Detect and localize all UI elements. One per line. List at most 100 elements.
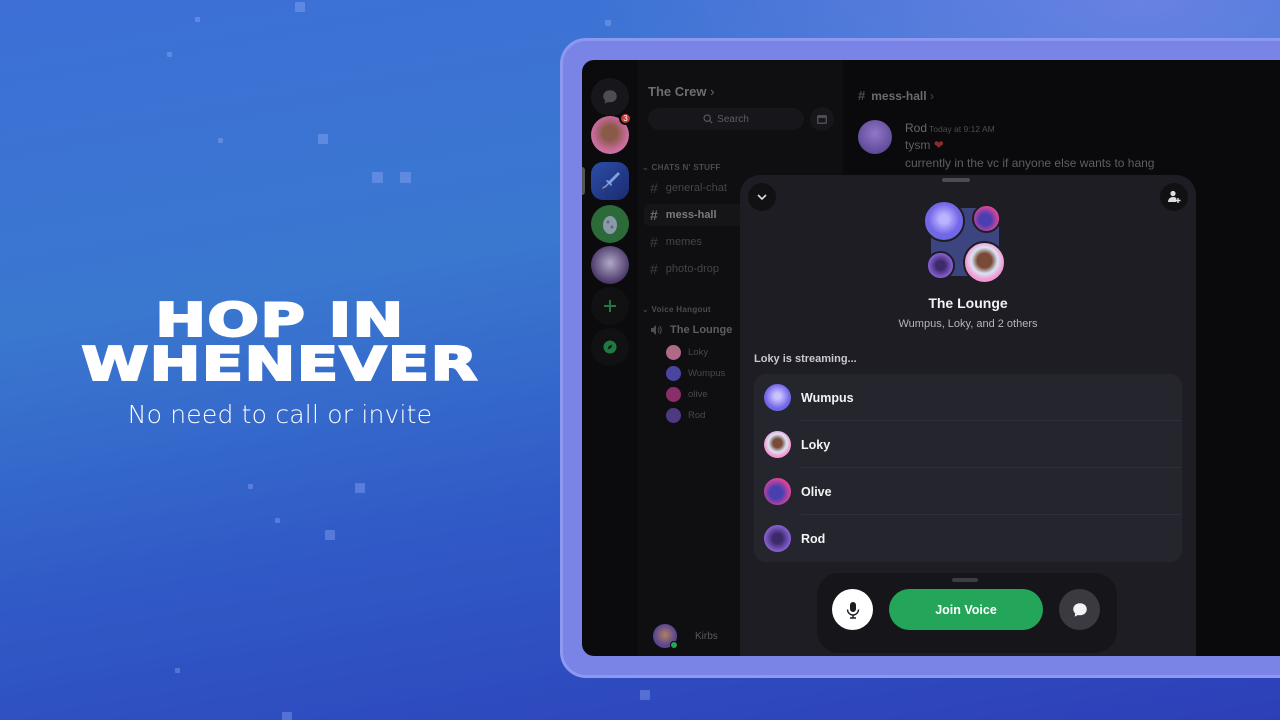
decor-square: [605, 20, 611, 26]
decor-square: [400, 172, 411, 183]
app-screen: 3 The Crew › Search ⌄ CHATS N' STUFF # g…: [582, 60, 1280, 656]
avatar: [764, 478, 791, 505]
voice-controls-dock: Join Voice: [817, 573, 1117, 653]
compass-icon: [603, 340, 617, 354]
hero-text: HOP IN WHENEVER No need to call or invit…: [60, 296, 500, 429]
join-voice-button[interactable]: Join Voice: [889, 589, 1043, 630]
voice-user-name: Rod: [688, 410, 706, 421]
selected-indicator: [582, 167, 585, 195]
calendar-icon: [817, 115, 827, 124]
voice-user[interactable]: olive: [666, 387, 708, 402]
chevron-right-icon: ›: [929, 89, 934, 103]
olive-avatar: [972, 204, 1001, 233]
avatar: [666, 345, 681, 360]
tablet-frame: 3 The Crew › Search ⌄ CHATS N' STUFF # g…: [560, 38, 1280, 678]
voice-user-name: Loky: [688, 347, 709, 358]
direct-messages-button[interactable]: [591, 78, 629, 116]
avatar: [764, 384, 791, 411]
hash-icon: #: [650, 261, 658, 277]
message-header: Rod Today at 9:12 AM: [905, 121, 995, 135]
avatar: [764, 431, 791, 458]
hash-icon: #: [650, 180, 658, 196]
server-anime-button[interactable]: [591, 246, 629, 284]
search-input[interactable]: Search: [648, 108, 804, 130]
headline-line-2: WHENEVER: [80, 337, 479, 391]
voice-channel-subtitle: Wumpus, Loky, and 2 others: [898, 318, 1038, 330]
decor-square: [275, 518, 280, 523]
voice-user-name: olive: [688, 389, 708, 400]
participant-row[interactable]: Rod: [754, 515, 1182, 562]
speaker-icon: [651, 325, 662, 335]
voice-channel-sheet: The Lounge Wumpus, Loky, and 2 others Lo…: [740, 175, 1196, 656]
voice-channel-title: The Lounge: [928, 295, 1008, 311]
events-button[interactable]: [810, 107, 834, 131]
add-server-button[interactable]: [591, 287, 629, 325]
channel-name: photo-drop: [665, 263, 720, 275]
channel-name: mess-hall: [665, 209, 717, 221]
message-line: currently in the vc if anyone else wants…: [905, 156, 1155, 170]
channel-title: mess-hall: [871, 89, 927, 103]
voice-user[interactable]: Rod: [666, 408, 705, 423]
message-author[interactable]: Rod: [905, 121, 927, 135]
channel-header[interactable]: # mess-hall ›: [858, 88, 934, 103]
channel-name: general-chat: [665, 182, 727, 194]
participant-name: Loky: [801, 437, 831, 452]
streaming-label: Loky is streaming...: [754, 353, 857, 365]
chat-bubble-icon: [1072, 602, 1087, 617]
decor-square: [355, 483, 365, 493]
sheet-drag-handle[interactable]: [942, 178, 970, 182]
hero-headline: HOP IN WHENEVER: [0, 293, 570, 391]
hash-icon: #: [650, 207, 658, 223]
user-avatar-button[interactable]: 3: [591, 112, 632, 154]
avatar: [666, 408, 681, 423]
server-rail: 3: [582, 60, 638, 656]
message-timestamp: Today at 9:12 AM: [929, 124, 995, 134]
voice-user-name: Wumpus: [688, 368, 726, 379]
category-label: Voice Hangout: [651, 305, 711, 314]
plus-icon: [604, 300, 616, 312]
current-user-avatar: [653, 624, 678, 649]
microphone-button[interactable]: [832, 589, 873, 630]
chevron-right-icon: ›: [710, 84, 715, 99]
egg-icon: [603, 216, 617, 234]
participant-row[interactable]: Loky: [754, 421, 1182, 468]
category-header[interactable]: ⌄ Voice Hangout: [642, 305, 711, 314]
voice-user[interactable]: Wumpus: [666, 366, 725, 381]
invite-button[interactable]: [1160, 183, 1188, 211]
notification-badge: 3: [619, 112, 632, 125]
dock-drag-handle[interactable]: [952, 578, 978, 582]
decor-square: [325, 530, 335, 540]
server-sword-button[interactable]: [591, 162, 629, 200]
decor-square: [218, 138, 223, 143]
decor-square: [282, 712, 292, 720]
voice-user[interactable]: Loky: [666, 345, 708, 360]
current-user-panel[interactable]: Kirbs: [653, 624, 718, 649]
channel-name: memes: [665, 236, 702, 248]
server-header[interactable]: The Crew ›: [648, 84, 714, 99]
participant-name: Wumpus: [801, 390, 854, 405]
server-egg-button[interactable]: [591, 205, 629, 243]
sword-icon: [602, 172, 620, 189]
collapse-button[interactable]: [748, 183, 776, 211]
decor-square: [167, 52, 172, 57]
participant-row[interactable]: Wumpus: [754, 374, 1182, 421]
loky-avatar: [963, 241, 1006, 284]
message-avatar[interactable]: [858, 120, 892, 154]
participant-list: Wumpus Loky Olive Rod: [754, 374, 1182, 562]
chat-bubble-icon: [603, 90, 617, 104]
open-chat-button[interactable]: [1059, 589, 1100, 630]
rod-avatar: [926, 251, 955, 280]
discover-button[interactable]: [591, 328, 629, 366]
decor-square: [175, 668, 180, 673]
avatar: [764, 525, 791, 552]
decor-square: [372, 172, 383, 183]
headline-line-1: HOP IN: [154, 293, 405, 347]
participant-row[interactable]: Olive: [754, 468, 1182, 515]
wumpus-avatar: [923, 200, 965, 242]
search-icon: [703, 114, 713, 124]
decor-square: [248, 484, 253, 489]
decor-square: [195, 17, 200, 22]
add-person-icon: [1168, 190, 1181, 203]
participants-avatar-cluster: [923, 200, 1011, 286]
category-header[interactable]: ⌄ CHATS N' STUFF: [642, 163, 721, 172]
